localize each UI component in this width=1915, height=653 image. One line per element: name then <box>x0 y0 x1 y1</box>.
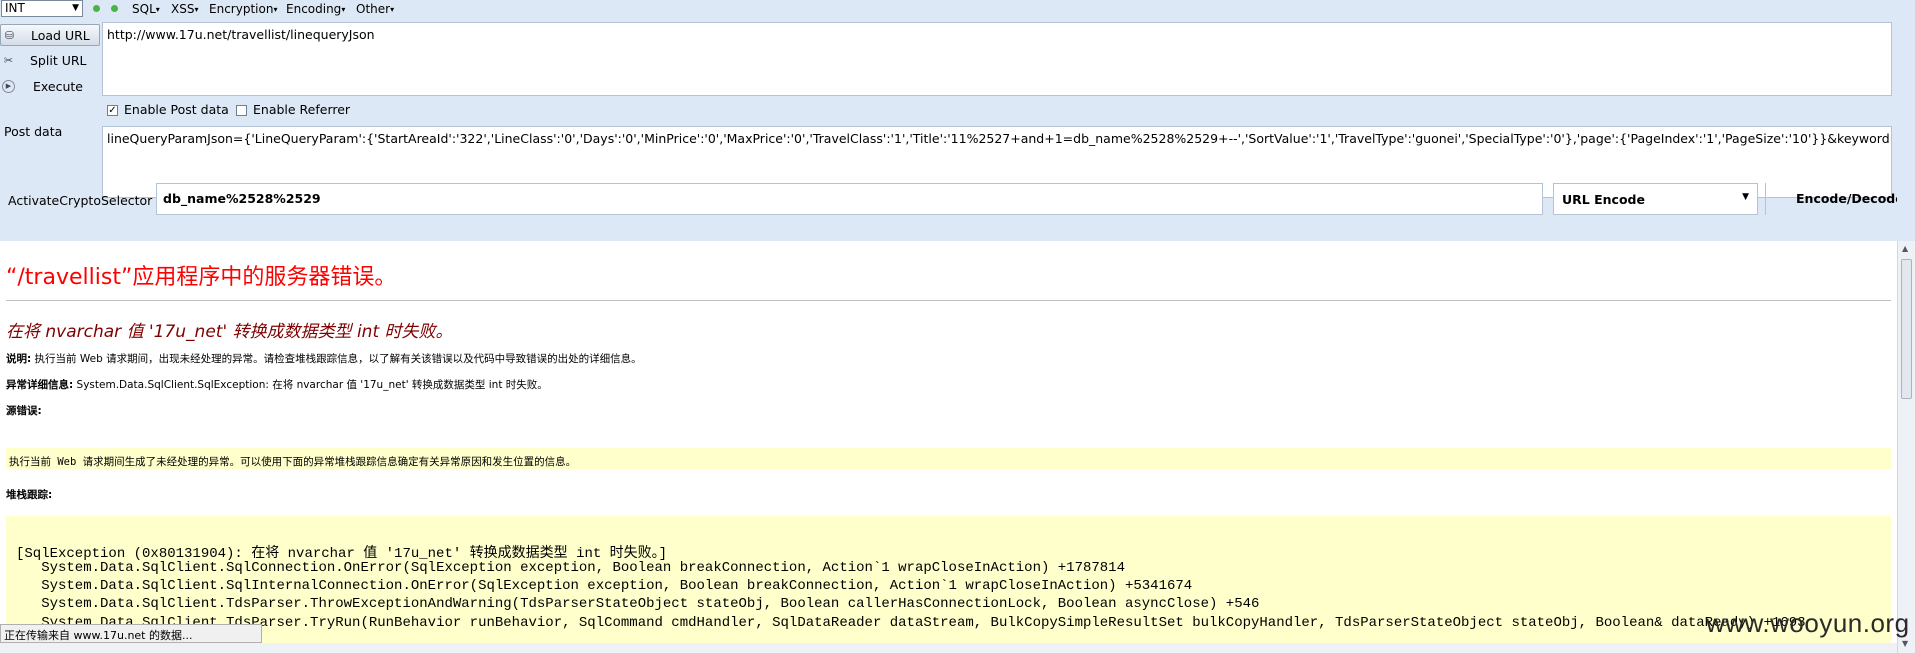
play-icon: ▶ <box>2 80 15 93</box>
scroll-up-icon[interactable]: ▲ <box>1902 244 1908 253</box>
caret-icon: ▾ <box>390 5 395 14</box>
menu-other[interactable]: Other▾ <box>356 2 394 16</box>
caret-icon: ▾ <box>273 5 278 14</box>
stack-trace-label: 堆栈跟踪: <box>6 489 53 501</box>
type-select[interactable]: INT ▼ <box>1 0 83 17</box>
panel-side-strip <box>1897 20 1915 241</box>
chevron-down-icon: ▼ <box>72 3 79 13</box>
chevron-down-icon: ▼ <box>1742 192 1749 202</box>
divider <box>6 300 1891 301</box>
menu-encryption[interactable]: Encryption▾ <box>209 2 277 16</box>
page-title: “/travellist”应用程序中的服务器错误。 <box>6 265 397 290</box>
error-page: “/travellist”应用程序中的服务器错误。 在将 nvarchar 值 … <box>0 241 1897 653</box>
caret-icon: ▾ <box>155 5 160 14</box>
stack-line: [SqlException (0x80131904): 在将 nvarchar … <box>16 546 668 562</box>
menu-sql[interactable]: SQL▾ <box>132 2 160 16</box>
enable-post-checkbox[interactable]: ✓ <box>107 105 118 116</box>
stack-line: System.Data.SqlClient.TdsParser.TryRun(R… <box>16 615 1806 631</box>
caret-icon: ▾ <box>341 5 346 14</box>
type-select-value: INT <box>5 1 25 15</box>
enable-post-label: Enable Post data <box>124 102 229 117</box>
load-url-button[interactable]: ⛁ Load URL <box>0 24 100 46</box>
post-data-label: Post data <box>4 124 63 139</box>
status-bar: 正在传输来自 www.17u.net 的数据... <box>0 624 262 643</box>
encode-decode-button[interactable]: Encode/Decode <box>1765 183 1915 215</box>
split-url-button[interactable]: ✂ Split URL <box>0 50 100 72</box>
menu-encoding[interactable]: Encoding▾ <box>286 2 345 16</box>
execute-button[interactable]: ▶ Execute <box>0 76 100 98</box>
source-error-text: 执行当前 Web 请求期间生成了未经处理的异常。可以使用下面的异常堆栈跟踪信息确… <box>6 448 1891 469</box>
enable-referrer-checkbox[interactable] <box>236 105 247 116</box>
scissors-icon: ✂ <box>3 54 14 67</box>
vertical-scrollbar[interactable]: ▲ ▼ <box>1897 241 1915 653</box>
stack-line: System.Data.SqlClient.SqlInternalConnect… <box>16 578 1193 594</box>
encoding-select[interactable]: URL Encode ▼ <box>1553 183 1758 215</box>
green-dot-icon[interactable] <box>111 5 118 12</box>
description-text: 执行当前 Web 请求期间，出现未经处理的异常。请检查堆栈跟踪信息，以了解有关该… <box>34 353 642 365</box>
stack-trace-box: [SqlException (0x80131904): 在将 nvarchar … <box>6 516 1891 653</box>
scrollbar-thumb[interactable] <box>1901 259 1912 399</box>
enable-referrer-label: Enable Referrer <box>253 102 351 117</box>
check-icon: ✓ <box>108 105 117 116</box>
exception-detail-text: System.Data.SqlClient.SqlException: 在将 n… <box>76 379 548 391</box>
encoding-select-value: URL Encode <box>1562 192 1645 207</box>
green-dot-icon[interactable] <box>93 5 100 12</box>
source-error-label: 源错误: <box>6 405 42 417</box>
horizontal-scrollbar[interactable] <box>0 643 1897 653</box>
hackbar-toolbar: INT ▼ SQL▾ XSS▾ Encryption▾ Encoding▾ Ot… <box>0 0 1915 21</box>
exception-detail-line: 异常详细信息: System.Data.SqlClient.SqlExcepti… <box>6 377 548 392</box>
exception-detail-label: 异常详细信息: <box>6 379 74 391</box>
menu-xss[interactable]: XSS▾ <box>171 2 198 16</box>
watermark: www.wooyun.org <box>1706 608 1910 638</box>
stack-line: System.Data.SqlClient.TdsParser.ThrowExc… <box>16 596 1260 612</box>
caret-icon: ▾ <box>194 5 199 14</box>
load-url-icon: ⛁ <box>4 29 15 42</box>
url-input[interactable]: http://www.17u.net/travellist/linequeryJ… <box>102 22 1892 96</box>
description-line: 说明: 执行当前 Web 请求期间，出现未经处理的异常。请检查堆栈跟踪信息，以了… <box>6 351 642 366</box>
description-label: 说明: <box>6 353 32 365</box>
crypto-selector-label: ActivateCryptoSelector <box>8 193 153 208</box>
scroll-down-icon[interactable]: ▼ <box>1902 639 1908 648</box>
stack-line: System.Data.SqlClient.SqlConnection.OnEr… <box>16 560 1125 576</box>
error-subtitle: 在将 nvarchar 值 '17u_net' 转换成数据类型 int 时失败。 <box>6 322 453 342</box>
crypto-input[interactable]: db_name%2528%2529 <box>156 183 1543 215</box>
